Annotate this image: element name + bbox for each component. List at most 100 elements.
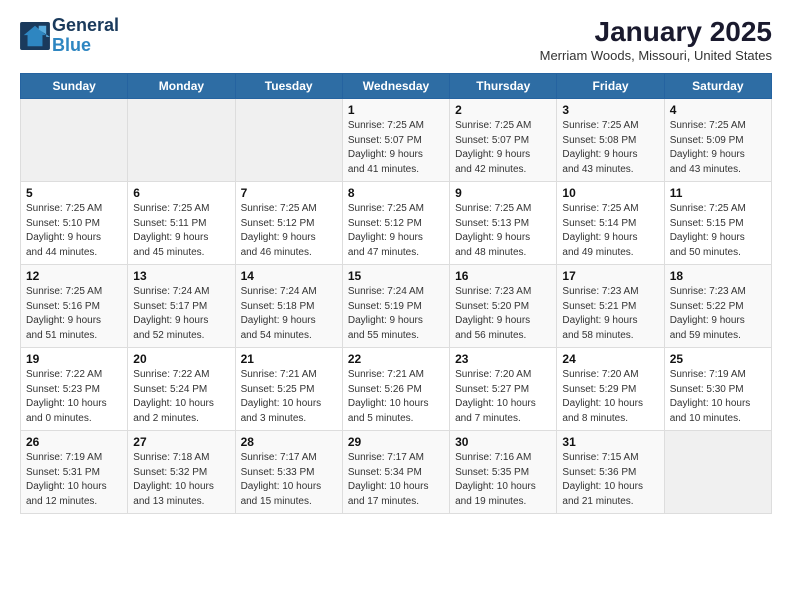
- calendar-cell: 28 Sunrise: 7:17 AM Sunset: 5:33 PM Dayli…: [235, 431, 342, 514]
- day-info: Sunrise: 7:22 AM Sunset: 5:23 PM Dayligh…: [26, 368, 122, 426]
- day-info: Sunrise: 7:25 AM Sunset: 5:08 PM Dayligh…: [562, 119, 658, 177]
- calendar-cell: 14 Sunrise: 7:24 AM Sunset: 5:18 PM Dayli…: [235, 265, 342, 348]
- day-info: Sunrise: 7:21 AM Sunset: 5:25 PM Dayligh…: [241, 368, 337, 426]
- calendar-cell: 9Sunrise: 7:25 AM Sunset: 5:13 PM Daylig…: [450, 182, 557, 265]
- day-info: Sunrise: 7:25 AM Sunset: 5:07 PM Dayligh…: [455, 119, 551, 177]
- calendar-title: January 2025: [540, 16, 772, 48]
- day-number: 19: [26, 352, 122, 366]
- day-number: 28: [241, 435, 337, 449]
- header: General Blue January 2025 Merriam Woods,…: [20, 16, 772, 63]
- day-number: 13: [133, 269, 229, 283]
- calendar-body: 1 Sunrise: 7:25 AM Sunset: 5:07 PM Daylig…: [21, 99, 772, 514]
- day-number: 18: [670, 269, 766, 283]
- day-number: 9: [455, 186, 551, 200]
- day-info: Sunrise: 7:24 AM Sunset: 5:17 PM Dayligh…: [133, 285, 229, 343]
- week-row: 5 Sunrise: 7:25 AM Sunset: 5:10 PM Daylig…: [21, 182, 772, 265]
- day-info: Sunrise: 7:16 AM Sunset: 5:35 PM Dayligh…: [455, 451, 551, 509]
- day-number: 30: [455, 435, 551, 449]
- day-info: Sunrise: 7:25 AM Sunset: 5:09 PM Dayligh…: [670, 119, 766, 177]
- calendar-cell: 27Sunrise: 7:18 AM Sunset: 5:32 PM Dayli…: [128, 431, 235, 514]
- day-info: Sunrise: 7:20 AM Sunset: 5:29 PM Dayligh…: [562, 368, 658, 426]
- day-number: 26: [26, 435, 122, 449]
- calendar-cell: 10 Sunrise: 7:25 AM Sunset: 5:14 PM Dayli…: [557, 182, 664, 265]
- title-block: January 2025 Merriam Woods, Missouri, Un…: [540, 16, 772, 63]
- day-number: 14: [241, 269, 337, 283]
- day-number: 3: [562, 103, 658, 117]
- calendar-cell: 8 Sunrise: 7:25 AM Sunset: 5:12 PM Daylig…: [342, 182, 449, 265]
- day-info: Sunrise: 7:23 AM Sunset: 5:22 PM Dayligh…: [670, 285, 766, 343]
- week-row: 1 Sunrise: 7:25 AM Sunset: 5:07 PM Daylig…: [21, 99, 772, 182]
- day-info: Sunrise: 7:21 AM Sunset: 5:26 PM Dayligh…: [348, 368, 444, 426]
- day-number: 31: [562, 435, 658, 449]
- weekday-header: Friday: [557, 74, 664, 99]
- calendar-cell: 31 Sunrise: 7:15 AM Sunset: 5:36 PM Dayli…: [557, 431, 664, 514]
- day-info: Sunrise: 7:23 AM Sunset: 5:21 PM Dayligh…: [562, 285, 658, 343]
- day-number: 11: [670, 186, 766, 200]
- day-info: Sunrise: 7:25 AM Sunset: 5:14 PM Dayligh…: [562, 202, 658, 260]
- day-info: Sunrise: 7:25 AM Sunset: 5:12 PM Dayligh…: [348, 202, 444, 260]
- page: General Blue January 2025 Merriam Woods,…: [0, 0, 792, 524]
- day-number: 24: [562, 352, 658, 366]
- day-info: Sunrise: 7:25 AM Sunset: 5:16 PM Dayligh…: [26, 285, 122, 343]
- calendar-cell: 24 Sunrise: 7:20 AM Sunset: 5:29 PM Dayli…: [557, 348, 664, 431]
- day-number: 7: [241, 186, 337, 200]
- calendar-cell: [21, 99, 128, 182]
- day-info: Sunrise: 7:19 AM Sunset: 5:30 PM Dayligh…: [670, 368, 766, 426]
- day-number: 2: [455, 103, 551, 117]
- calendar-cell: 2 Sunrise: 7:25 AM Sunset: 5:07 PM Daylig…: [450, 99, 557, 182]
- calendar-cell: 18 Sunrise: 7:23 AM Sunset: 5:22 PM Dayli…: [664, 265, 771, 348]
- calendar-cell: 13 Sunrise: 7:24 AM Sunset: 5:17 PM Dayli…: [128, 265, 235, 348]
- calendar-cell: 4 Sunrise: 7:25 AM Sunset: 5:09 PM Daylig…: [664, 99, 771, 182]
- calendar-cell: 16 Sunrise: 7:23 AM Sunset: 5:20 PM Dayli…: [450, 265, 557, 348]
- day-info: Sunrise: 7:17 AM Sunset: 5:33 PM Dayligh…: [241, 451, 337, 509]
- day-number: 29: [348, 435, 444, 449]
- day-number: 6: [133, 186, 229, 200]
- day-number: 16: [455, 269, 551, 283]
- calendar-cell: 30 Sunrise: 7:16 AM Sunset: 5:35 PM Dayli…: [450, 431, 557, 514]
- calendar-header: SundayMondayTuesdayWednesdayThursdayFrid…: [21, 74, 772, 99]
- weekday-header: Tuesday: [235, 74, 342, 99]
- weekday-row: SundayMondayTuesdayWednesdayThursdayFrid…: [21, 74, 772, 99]
- day-info: Sunrise: 7:19 AM Sunset: 5:31 PM Dayligh…: [26, 451, 122, 509]
- week-row: 26 Sunrise: 7:19 AM Sunset: 5:31 PM Dayli…: [21, 431, 772, 514]
- day-number: 10: [562, 186, 658, 200]
- weekday-header: Wednesday: [342, 74, 449, 99]
- day-number: 4: [670, 103, 766, 117]
- day-info: Sunrise: 7:18 AM Sunset: 5:32 PM Dayligh…: [133, 451, 229, 509]
- day-info: Sunrise: 7:15 AM Sunset: 5:36 PM Dayligh…: [562, 451, 658, 509]
- calendar-cell: 3 Sunrise: 7:25 AM Sunset: 5:08 PM Daylig…: [557, 99, 664, 182]
- day-info: Sunrise: 7:25 AM Sunset: 5:11 PM Dayligh…: [133, 202, 229, 260]
- day-number: 20: [133, 352, 229, 366]
- calendar-cell: 19 Sunrise: 7:22 AM Sunset: 5:23 PM Dayli…: [21, 348, 128, 431]
- calendar-cell: 26 Sunrise: 7:19 AM Sunset: 5:31 PM Dayli…: [21, 431, 128, 514]
- weekday-header: Monday: [128, 74, 235, 99]
- day-number: 5: [26, 186, 122, 200]
- day-info: Sunrise: 7:17 AM Sunset: 5:34 PM Dayligh…: [348, 451, 444, 509]
- day-number: 17: [562, 269, 658, 283]
- logo: General Blue: [20, 16, 119, 56]
- calendar-cell: 5 Sunrise: 7:25 AM Sunset: 5:10 PM Daylig…: [21, 182, 128, 265]
- calendar-cell: [128, 99, 235, 182]
- logo-text: General Blue: [52, 16, 119, 56]
- weekday-header: Thursday: [450, 74, 557, 99]
- weekday-header: Sunday: [21, 74, 128, 99]
- calendar-table: SundayMondayTuesdayWednesdayThursdayFrid…: [20, 73, 772, 514]
- day-info: Sunrise: 7:25 AM Sunset: 5:12 PM Dayligh…: [241, 202, 337, 260]
- calendar-cell: 20Sunrise: 7:22 AM Sunset: 5:24 PM Dayli…: [128, 348, 235, 431]
- calendar-cell: 23Sunrise: 7:20 AM Sunset: 5:27 PM Dayli…: [450, 348, 557, 431]
- day-info: Sunrise: 7:24 AM Sunset: 5:18 PM Dayligh…: [241, 285, 337, 343]
- logo-icon: [20, 22, 50, 50]
- day-number: 25: [670, 352, 766, 366]
- day-info: Sunrise: 7:25 AM Sunset: 5:07 PM Dayligh…: [348, 119, 444, 177]
- day-number: 22: [348, 352, 444, 366]
- weekday-header: Saturday: [664, 74, 771, 99]
- calendar-cell: 1 Sunrise: 7:25 AM Sunset: 5:07 PM Daylig…: [342, 99, 449, 182]
- calendar-subtitle: Merriam Woods, Missouri, United States: [540, 48, 772, 63]
- day-number: 12: [26, 269, 122, 283]
- day-number: 8: [348, 186, 444, 200]
- day-info: Sunrise: 7:24 AM Sunset: 5:19 PM Dayligh…: [348, 285, 444, 343]
- day-info: Sunrise: 7:25 AM Sunset: 5:10 PM Dayligh…: [26, 202, 122, 260]
- day-number: 15: [348, 269, 444, 283]
- day-info: Sunrise: 7:23 AM Sunset: 5:20 PM Dayligh…: [455, 285, 551, 343]
- day-number: 1: [348, 103, 444, 117]
